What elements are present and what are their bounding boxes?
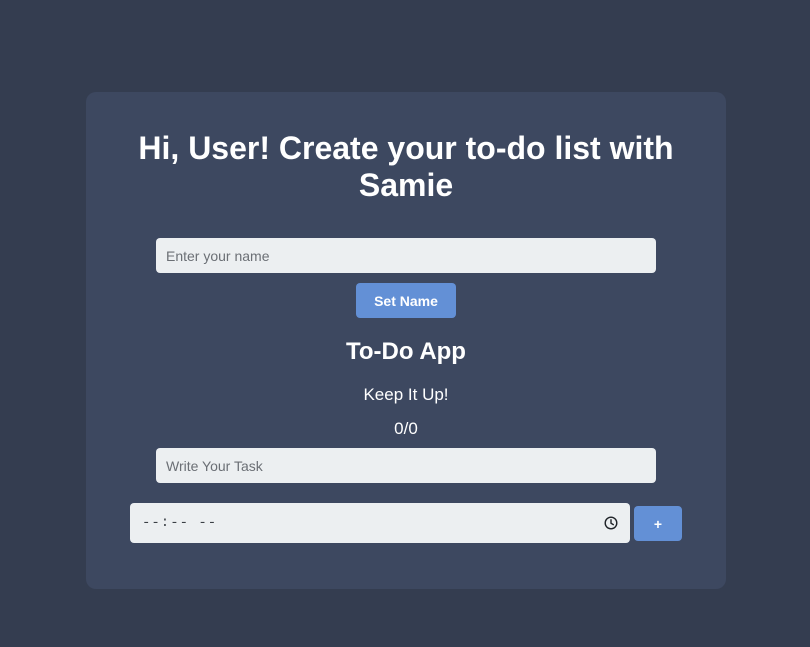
app-heading: To-Do App [346,338,466,365]
motivation-text: Keep It Up! [363,385,449,404]
time-value[interactable]: --:-- -- [142,515,604,531]
clock-icon[interactable] [604,516,618,530]
page-title: Hi, User! Create your to-do list with Sa… [138,130,674,203]
todo-card: Hi, User! Create your to-do list with Sa… [86,92,726,589]
task-time-input[interactable]: --:-- -- [130,503,630,543]
add-task-button[interactable]: + [634,506,682,541]
name-input[interactable] [156,238,656,273]
task-progress-counter: 0/0 [394,419,418,438]
task-input[interactable] [156,448,656,483]
set-name-button[interactable]: Set Name [356,283,456,318]
